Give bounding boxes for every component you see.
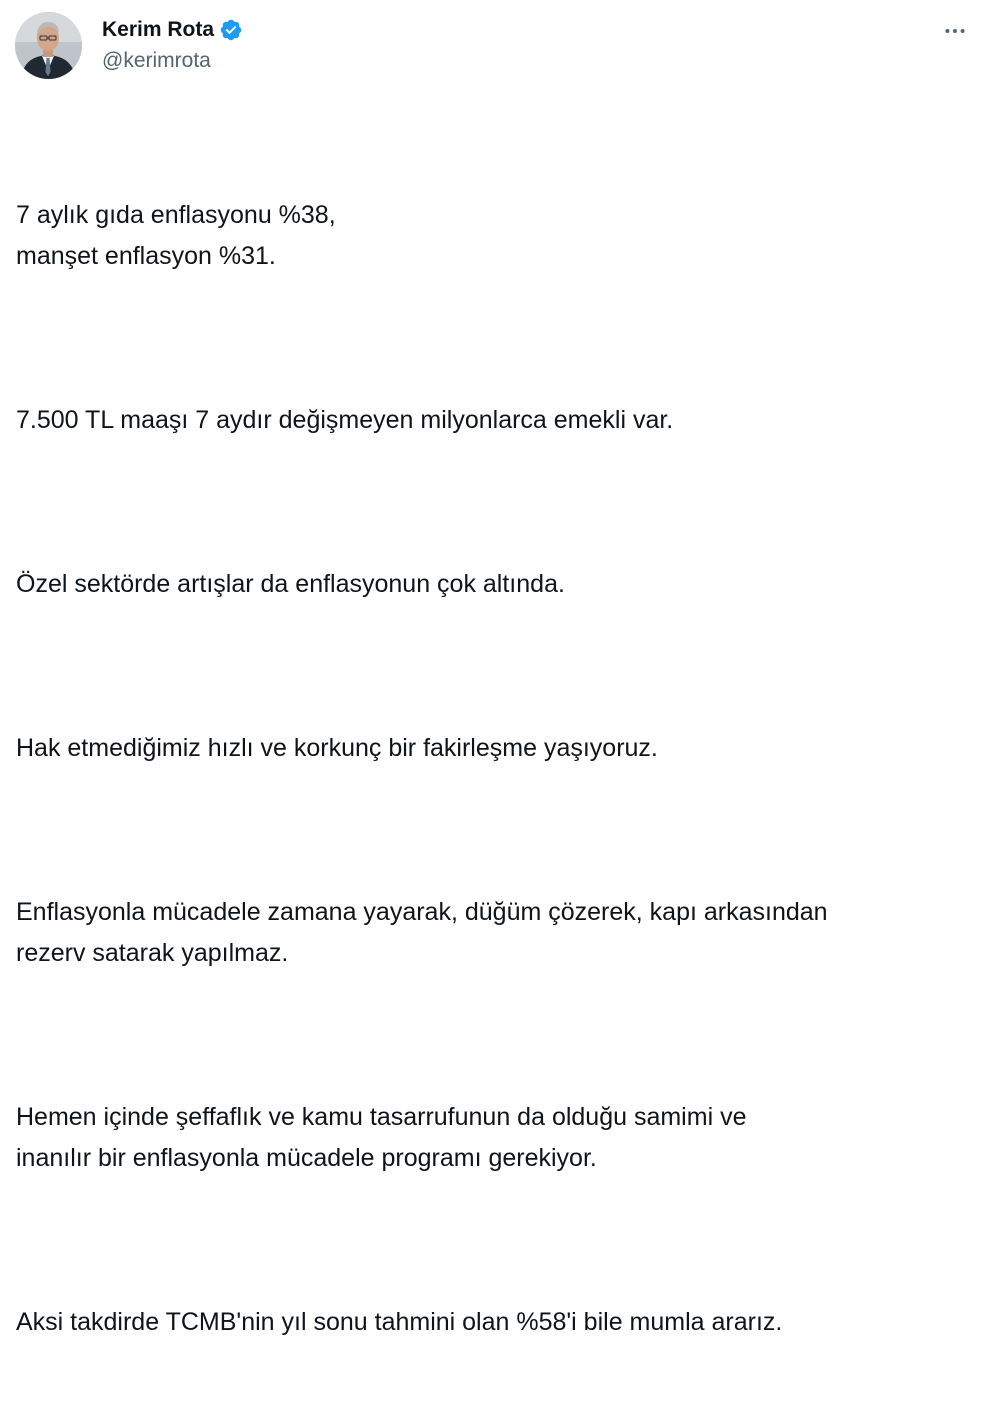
tweet: Kerim Rota @kerimrota 7 aylık gıda enfla…	[0, 0, 983, 1336]
more-options-button[interactable]	[940, 16, 970, 46]
tweet-header: Kerim Rota @kerimrota	[15, 12, 970, 80]
more-horizontal-icon	[945, 29, 965, 33]
tweet-paragraph: Özel sektörde artışlar da enflasyonun ço…	[16, 570, 565, 598]
tweet-paragraph: Enflasyonla mücadele zamana yayarak, düğ…	[16, 898, 828, 967]
tweet-text: 7 aylık gıda enflasyonu %38, manşet enfl…	[16, 113, 971, 1425]
verified-badge-icon[interactable]	[219, 18, 243, 42]
tweet-paragraph: Hemen içinde şeffaflık ve kamu tasarrufu…	[16, 1103, 747, 1172]
avatar-portrait-icon	[15, 12, 82, 79]
author-handle[interactable]: @kerimrota	[102, 48, 243, 74]
author-info: Kerim Rota @kerimrota	[102, 17, 243, 74]
tweet-paragraph: Hak etmediğimiz hızlı ve korkunç bir fak…	[16, 734, 658, 762]
tweet-paragraph: 7 aylık gıda enflasyonu %38, manşet enfl…	[16, 201, 336, 270]
author-display-name[interactable]: Kerim Rota	[102, 17, 214, 43]
tweet-paragraph: 7.500 TL maaşı 7 aydır değişmeyen milyon…	[16, 406, 674, 434]
name-row: Kerim Rota	[102, 17, 243, 43]
tweet-paragraph: Aksi takdirde TCMB'nin yıl sonu tahmini …	[16, 1308, 783, 1336]
avatar[interactable]	[15, 12, 82, 79]
